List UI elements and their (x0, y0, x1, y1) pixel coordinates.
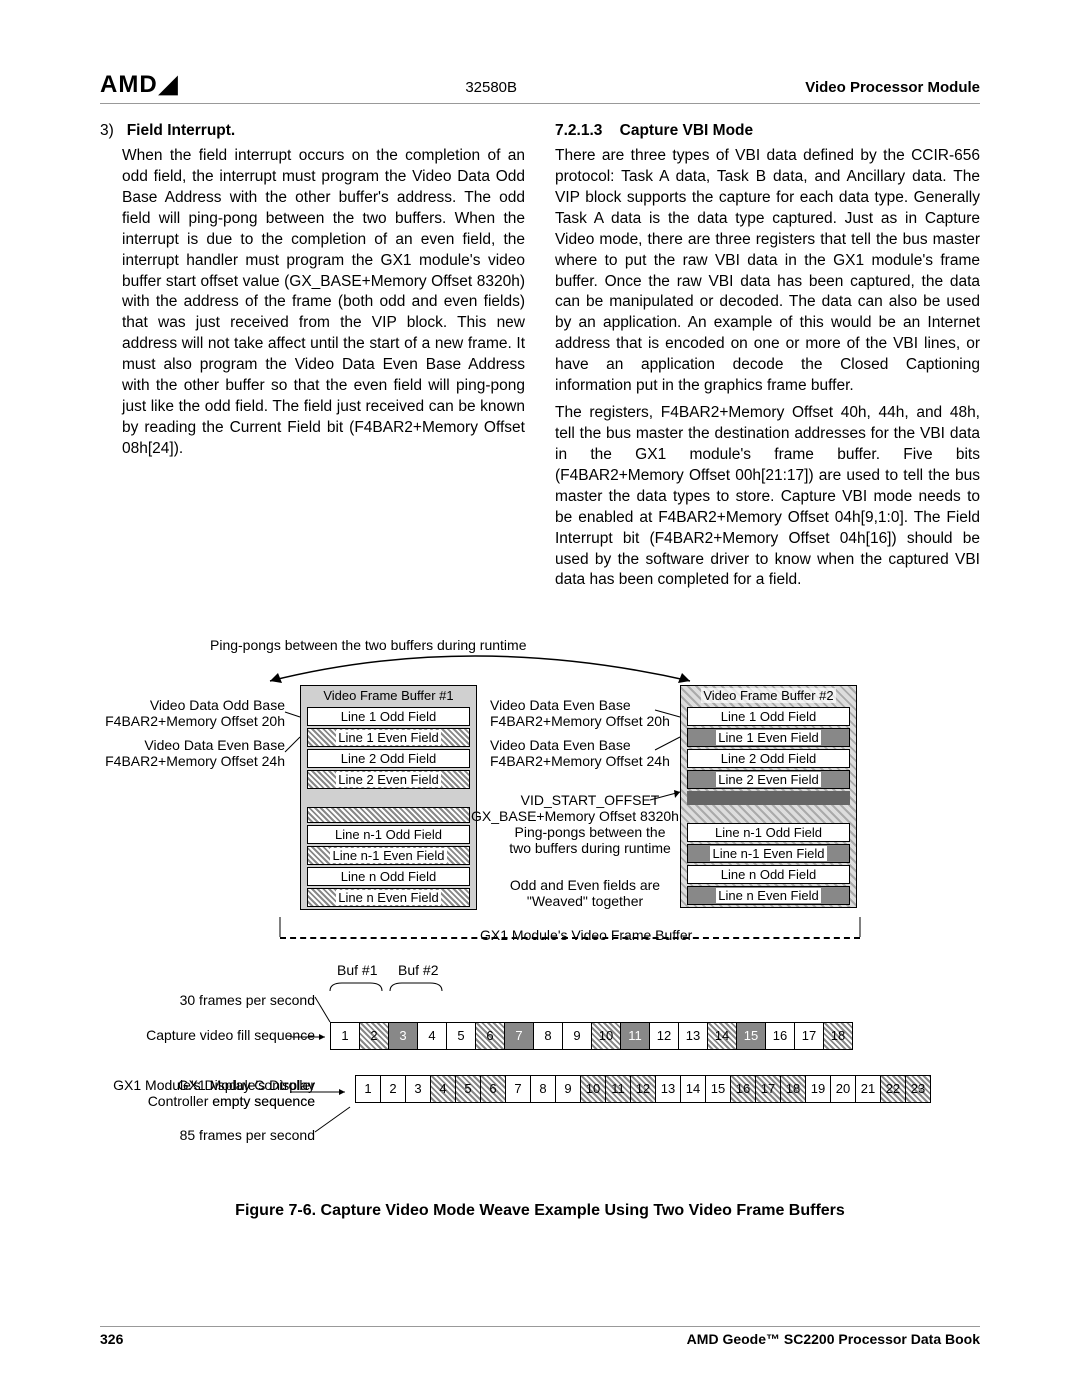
right-paragraph-1: There are three types of VBI data define… (555, 146, 980, 397)
page-footer: 326 AMD Geode™ SC2200 Processor Data Boo… (100, 1326, 980, 1347)
video-frame-buffer-1: Video Frame Buffer #1 Line 1 Odd Field L… (300, 685, 477, 910)
item-number: 3) (100, 122, 114, 139)
right-paragraph-2: The registers, F4BAR2+Memory Offset 40h,… (555, 403, 980, 591)
capture-fill-sequence: 123456789101112131415161718 (330, 1022, 853, 1050)
amd-logo: AMD◣ (100, 70, 177, 99)
page-number: 326 (100, 1331, 123, 1347)
item-title: Field Interrupt. (127, 122, 236, 139)
video-frame-buffer-2: Video Frame Buffer #2 Line 1 Odd Field L… (680, 685, 857, 908)
left-column: 3) Field Interrupt. When the field inter… (100, 122, 525, 597)
body-columns: 3) Field Interrupt. When the field inter… (100, 122, 980, 597)
book-title: AMD Geode™ SC2200 Processor Data Book (687, 1331, 980, 1347)
display-empty-sequence: 1234567891011121314151617181920212223 (355, 1075, 931, 1103)
section-title: Video Processor Module (805, 79, 980, 96)
doc-number: 32580B (465, 79, 517, 96)
subheading-title: Capture VBI Mode (620, 122, 753, 139)
subheading-number: 7.2.1.3 (555, 122, 602, 139)
page-header: AMD◣ 32580B Video Processor Module (100, 70, 980, 104)
figure-7-6: Ping-pongs between the two buffers durin… (100, 637, 980, 1257)
ping-pong-label: Ping-pongs between the two buffers durin… (210, 637, 527, 653)
left-paragraph: When the field interrupt occurs on the c… (100, 146, 525, 460)
right-column: 7.2.1.3 Capture VBI Mode There are three… (555, 122, 980, 597)
figure-caption: Figure 7-6. Capture Video Mode Weave Exa… (100, 1202, 980, 1220)
